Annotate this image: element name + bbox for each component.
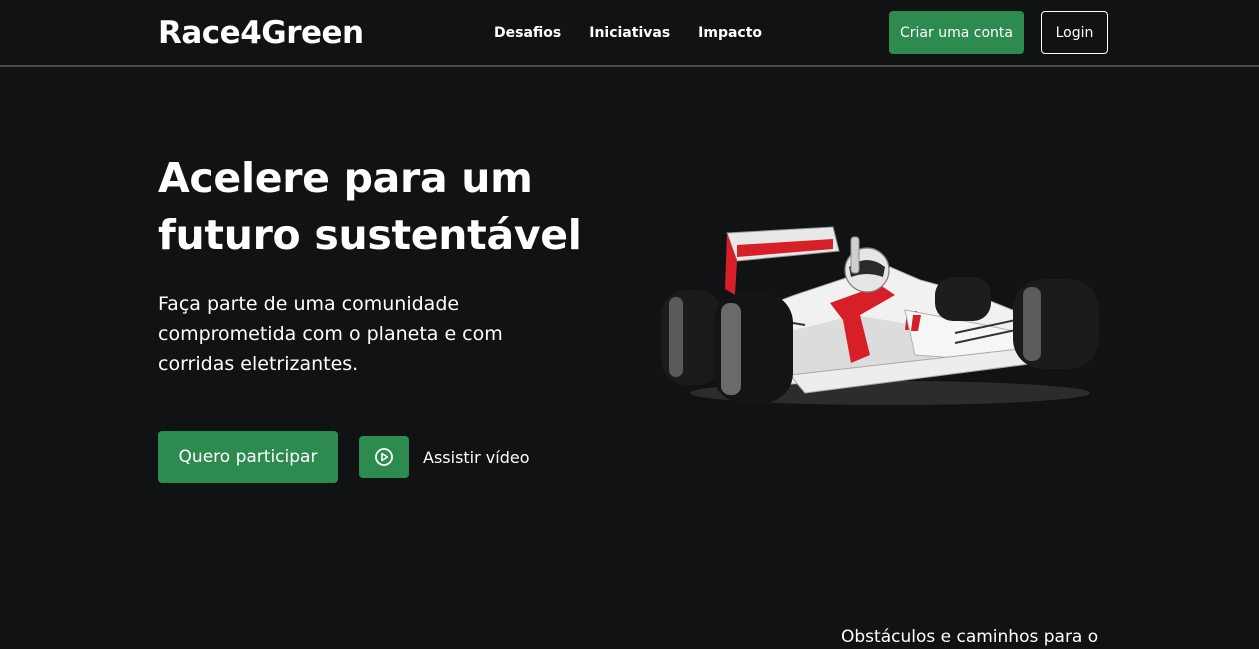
- hero-subtitle-line: comprometida com o planeta e com: [158, 323, 503, 345]
- next-section-heading: Obstáculos e caminhos para o: [841, 627, 1099, 647]
- participate-button[interactable]: Quero participar: [158, 431, 338, 483]
- login-button[interactable]: Login: [1041, 11, 1108, 54]
- play-video-button[interactable]: [359, 436, 409, 478]
- formula-car-illustration: [661, 226, 1099, 405]
- hero-subtitle-line: Faça parte de uma comunidade: [158, 293, 460, 315]
- nav-link-desafios[interactable]: Desafios: [494, 22, 561, 44]
- hero-title-line: futuro sustentável: [158, 211, 582, 259]
- hero-subtitle-line: corridas eletrizantes.: [158, 353, 359, 375]
- hero-title-line: Acelere para um: [158, 154, 533, 202]
- hero-subtitle: Faça parte de uma comunidade comprometid…: [158, 289, 538, 379]
- nav-link-impacto[interactable]: Impacto: [698, 22, 762, 44]
- play-circle-icon: [375, 448, 393, 466]
- nav-link-iniciativas[interactable]: Iniciativas: [589, 22, 670, 44]
- brand-logo[interactable]: Race4Green: [158, 13, 364, 53]
- watch-video-link[interactable]: Assistir vídeo: [423, 447, 529, 469]
- main-nav: Desafios Iniciativas Impacto: [494, 22, 762, 44]
- create-account-button[interactable]: Criar uma conta: [889, 11, 1024, 54]
- hero-title: Acelere para um futuro sustentável: [158, 150, 598, 264]
- site-header: Race4Green Desafios Iniciativas Impacto …: [0, 0, 1259, 67]
